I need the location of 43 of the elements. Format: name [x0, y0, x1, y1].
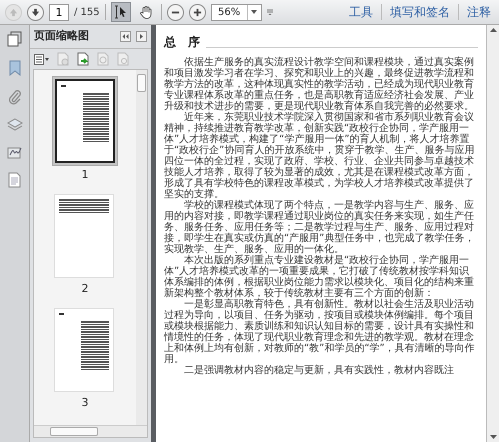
down-arrow-icon — [31, 8, 40, 16]
plus-icon — [192, 8, 202, 16]
scroll-down-icon[interactable] — [490, 435, 496, 439]
vertical-scrollbar[interactable] — [136, 70, 147, 425]
next-page-button[interactable] — [27, 4, 44, 20]
up-arrow-icon — [9, 8, 18, 16]
page-count: / 155 — [74, 6, 100, 20]
zoom-field[interactable]: 56% — [210, 4, 262, 20]
cursor-icon — [114, 5, 128, 19]
horizontal-scrollbar[interactable] — [34, 425, 147, 437]
page-thumbnail[interactable] — [52, 76, 118, 166]
document-icon[interactable] — [8, 172, 21, 188]
body-paragraph: 近年来，东莞职业技术学院深入贯彻国家和省市系列职业教育会议精神，持续推进教育教学改革，创新实践“政校行企协同，学产服用一体”人才培养模式，构建了“学产服用一体”的育人机制，将人才培养置于“政校行企”协同育人的开放系统中，贯穿于教学、生产、服务与应用四位一体的全过程，实现了政府、学校、行业、企业共同参与卓越技术技能人才培养，取得了较为显著的成效，尤其是在课程模式改革方面，形成了具有学校特色的课程改革模式，为学校人才培养模式改革提供了坚实的支撑。 — [164, 112, 476, 200]
body-paragraph: 二是强调教材内容的稳定与更新，具有实践性，教材内容既注 — [183, 365, 455, 376]
body-paragraph: 学校的课程模式体现了两个特点，一是教学内容与生产、服务、应用的内容对接，即教学课程通过职业岗位的真实任务来实现，如生产任务、服务任务、应用任务等；二是教学过程与生产、服务、应用过程对接，即学生在真实或仿真的“产服用”典型任务中，也完成了教学任务，实现教学、生产、服务、应用的一体化。 — [164, 200, 476, 255]
body-paragraph: 依据生产服务的真实流程设计教学空间和课程模块，通过真实案例和项目激发学习者在学习、探究和职业上的兴趣，最终促进教学流程和教学方法的改革，这种体现真实性的教学活动，已经成为现代职业教育专业课程体系改革的重点任务，也是高职教育适应经济社会发展、产业升级和技术进步的需要，更是现代职业教育体系自我完善的必然要求。 — [164, 57, 475, 112]
insert-page-icon[interactable] — [76, 52, 90, 66]
layers-icon[interactable] — [6, 118, 22, 132]
thumbnail-page-number: 2 — [82, 282, 88, 296]
paperclip-icon[interactable] — [8, 89, 22, 105]
thumbnail-page-number: 1 — [82, 168, 88, 182]
body-paragraph: 本次出版的系列重点专业建设教材是“政校行企协同，学产服用一体”人才培养模式改革的一项重要成果，它打破了传统教材按学科知识体系编排的体例，根据职业岗位能力需求以模块化、项目化的结构来重新架构整个教材体系，较于传统教材主要有三个方面的创新： — [164, 255, 475, 299]
scroll-up-icon[interactable] — [490, 28, 496, 32]
zoom-out-button[interactable] — [166, 4, 184, 20]
toolbar-menu-button[interactable]: 注释 — [464, 3, 494, 21]
thumbnail-page-number: 3 — [82, 396, 88, 410]
dropdown-caret-icon — [251, 10, 258, 14]
expand-icon[interactable] — [136, 31, 147, 42]
zoom-in-button[interactable] — [188, 4, 206, 20]
toolbar-menu-button[interactable]: 填写和签名 — [387, 3, 453, 21]
toolbar-menu-button[interactable]: 工具 — [346, 3, 376, 21]
hand-icon — [138, 5, 153, 19]
options-icon[interactable] — [34, 54, 50, 64]
panel-title: 页面缩略图 — [34, 28, 89, 44]
select-tool-button[interactable] — [110, 2, 131, 22]
document-scrollbar[interactable] — [486, 25, 499, 442]
pages-icon[interactable] — [6, 31, 22, 47]
document-heading: 总 序 — [164, 34, 200, 51]
more-icon[interactable] — [266, 9, 273, 15]
body-paragraph: 一是彰显高职教育特色，具有创新性。教材以社会生活及职业活动过程为导向，以项目、任务为驱动，按项目或模块体例编排。每个项目或模块根据能力、素质训练和知识认知目标的需要，设计具有实操性和情境性的任务，体现了现代职业教育理念和先进的教学观。教材在理念上和体例上均有创新，对教师的“教”和学员的“学”，具有清晰的导向作用。 — [164, 299, 476, 365]
signature-icon[interactable] — [6, 145, 22, 159]
page-number-field[interactable]: 1 — [49, 4, 69, 20]
collapse-icon[interactable] — [120, 31, 131, 42]
